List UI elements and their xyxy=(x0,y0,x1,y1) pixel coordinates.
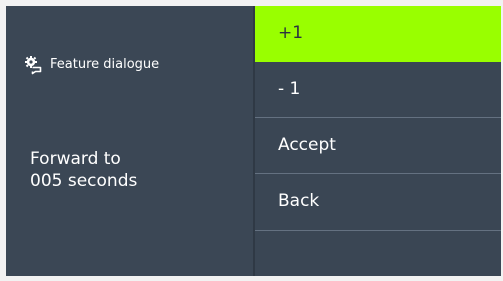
dialog-info-panel: Feature dialogue Forward to 005 seconds xyxy=(6,6,253,276)
status-message-line-1: Forward to xyxy=(30,149,121,169)
menu-item-minus-one[interactable]: - 1 xyxy=(255,62,501,118)
status-message: Forward to 005 seconds xyxy=(30,148,230,192)
menu-item-plus-one[interactable]: +1 xyxy=(255,6,501,62)
dialog-header: Feature dialogue xyxy=(24,55,159,75)
settings-chat-icon xyxy=(24,55,44,75)
dialog-menu: +1 - 1 Accept Back xyxy=(255,6,501,276)
menu-item-back[interactable]: Back xyxy=(255,174,501,231)
menu-item-accept[interactable]: Accept xyxy=(255,118,501,174)
feature-dialog-screen: Feature dialogue Forward to 005 seconds … xyxy=(6,6,501,276)
dialog-title: Feature dialogue xyxy=(50,57,160,72)
menu-empty-row xyxy=(255,231,501,276)
status-message-line-2: 005 seconds xyxy=(30,171,138,191)
